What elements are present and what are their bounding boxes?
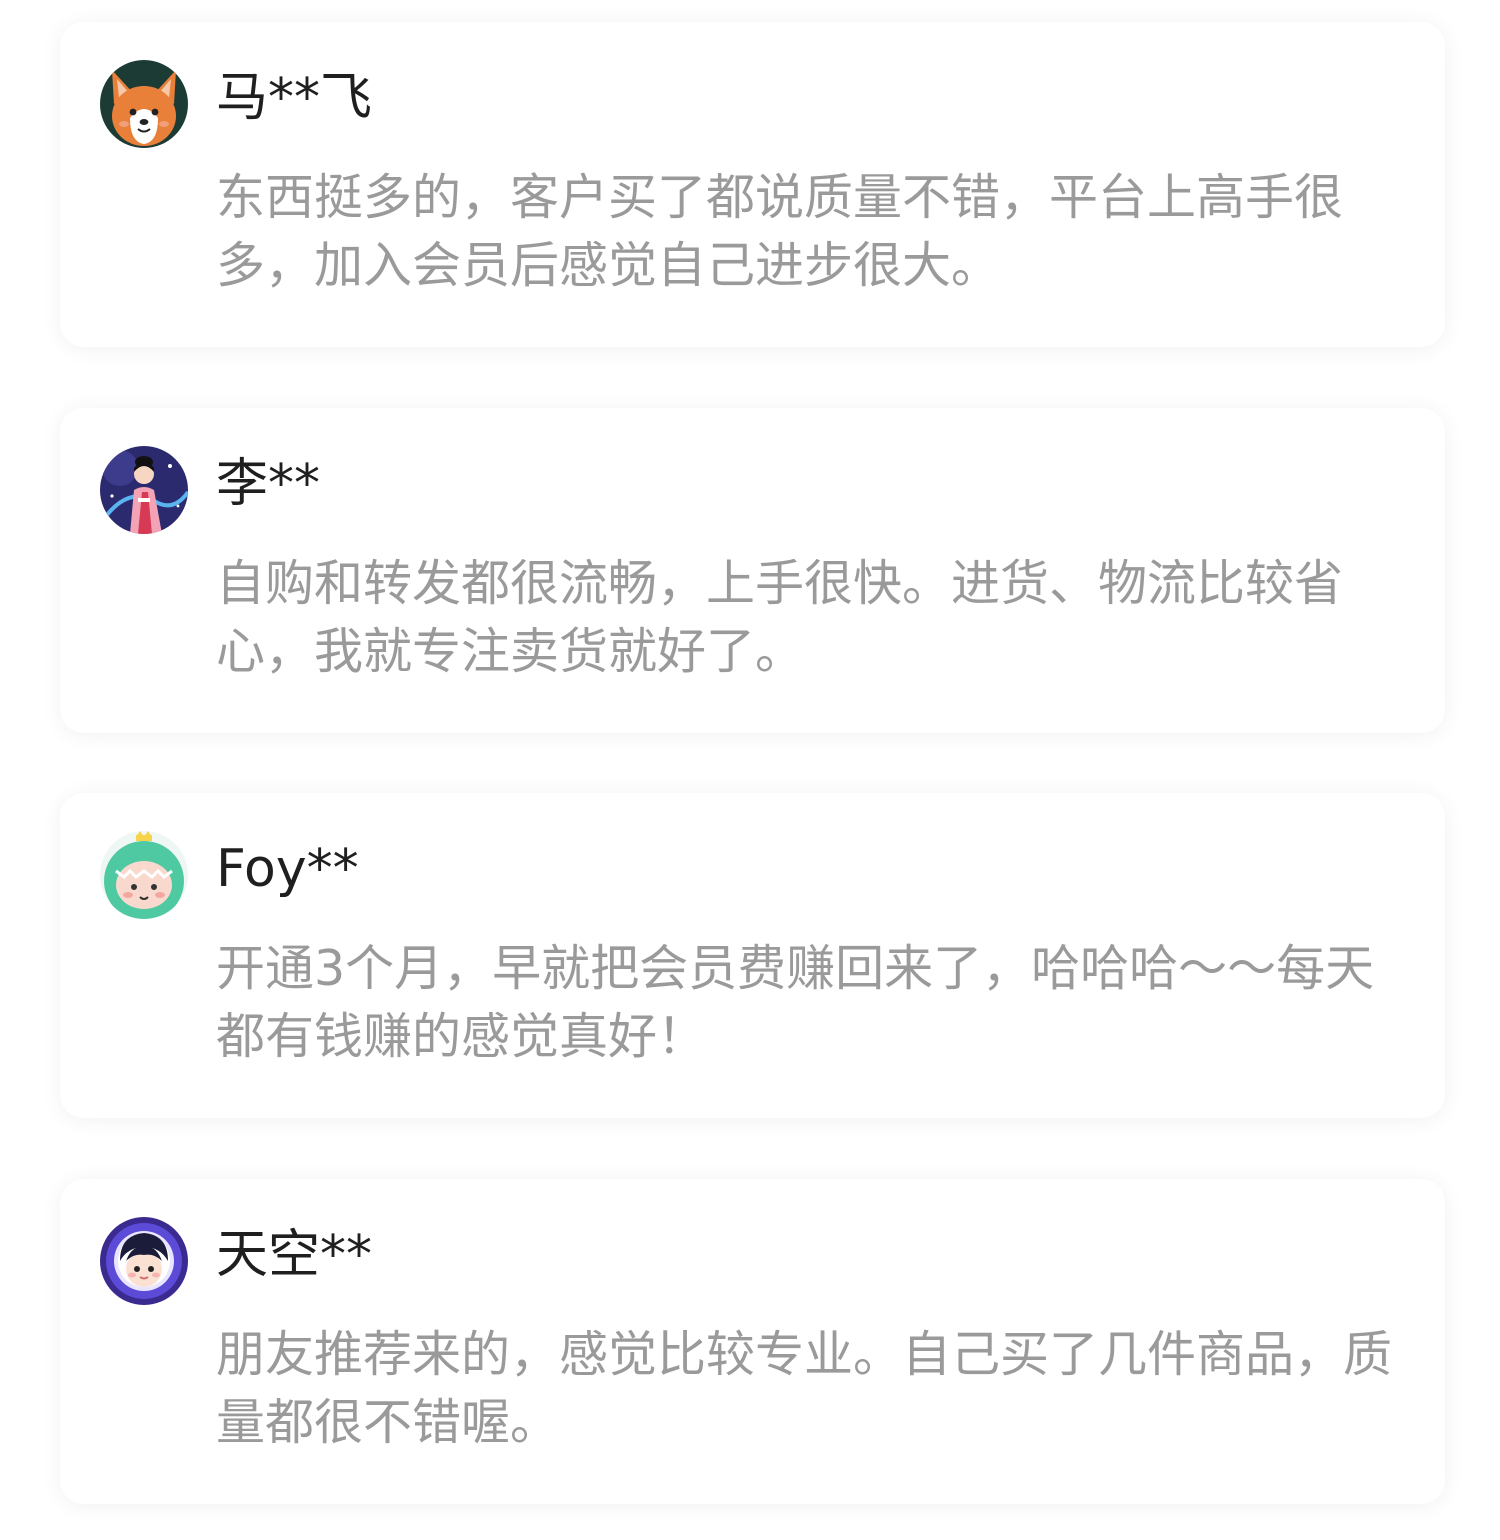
review-card: 李** 自购和转发都很流畅，上手很快。进货、物流比较省心，我就专注卖货就好了。 [60,408,1445,733]
review-text: 东西挺多的，客户买了都说质量不错，平台上高手很多，加入会员后感觉自己进步很大。 [216,169,1344,294]
review-text: 朋友推荐来的，感觉比较专业。自己买了几件商品，质量都很不错喔。 [216,1326,1393,1451]
review-card: Foy** 开通3个月，早就把会员费赚回来了，哈哈哈～～每天都有钱赚的感觉真好！ [60,793,1445,1118]
corgi-avatar-icon[interactable] [100,60,188,148]
reviewer-name: 天空** [216,1225,373,1285]
review-card: 天空** 朋友推荐来的，感觉比较专业。自己买了几件商品，质量都很不错喔。 [60,1179,1445,1504]
reviewer-name: 李** [216,454,321,514]
review-text: 开通3个月，早就把会员费赚回来了，哈哈哈～～每天都有钱赚的感觉真好！ [216,940,1375,1065]
dino-costume-avatar-icon[interactable] [100,831,188,919]
astronaut-boy-avatar-icon[interactable] [100,1217,188,1305]
review-card: 马**飞 东西挺多的，客户买了都说质量不错，平台上高手很多，加入会员后感觉自己进… [60,22,1445,347]
review-list: 马**飞 东西挺多的，客户买了都说质量不错，平台上高手很多，加入会员后感觉自己进… [0,0,1500,1540]
reviewer-name: 马**飞 [216,68,373,128]
review-text: 自购和转发都很流畅，上手很快。进货、物流比较省心，我就专注卖货就好了。 [216,555,1344,680]
reviewer-name: Foy** [216,839,359,899]
hanfu-girl-avatar-icon[interactable] [100,446,188,534]
